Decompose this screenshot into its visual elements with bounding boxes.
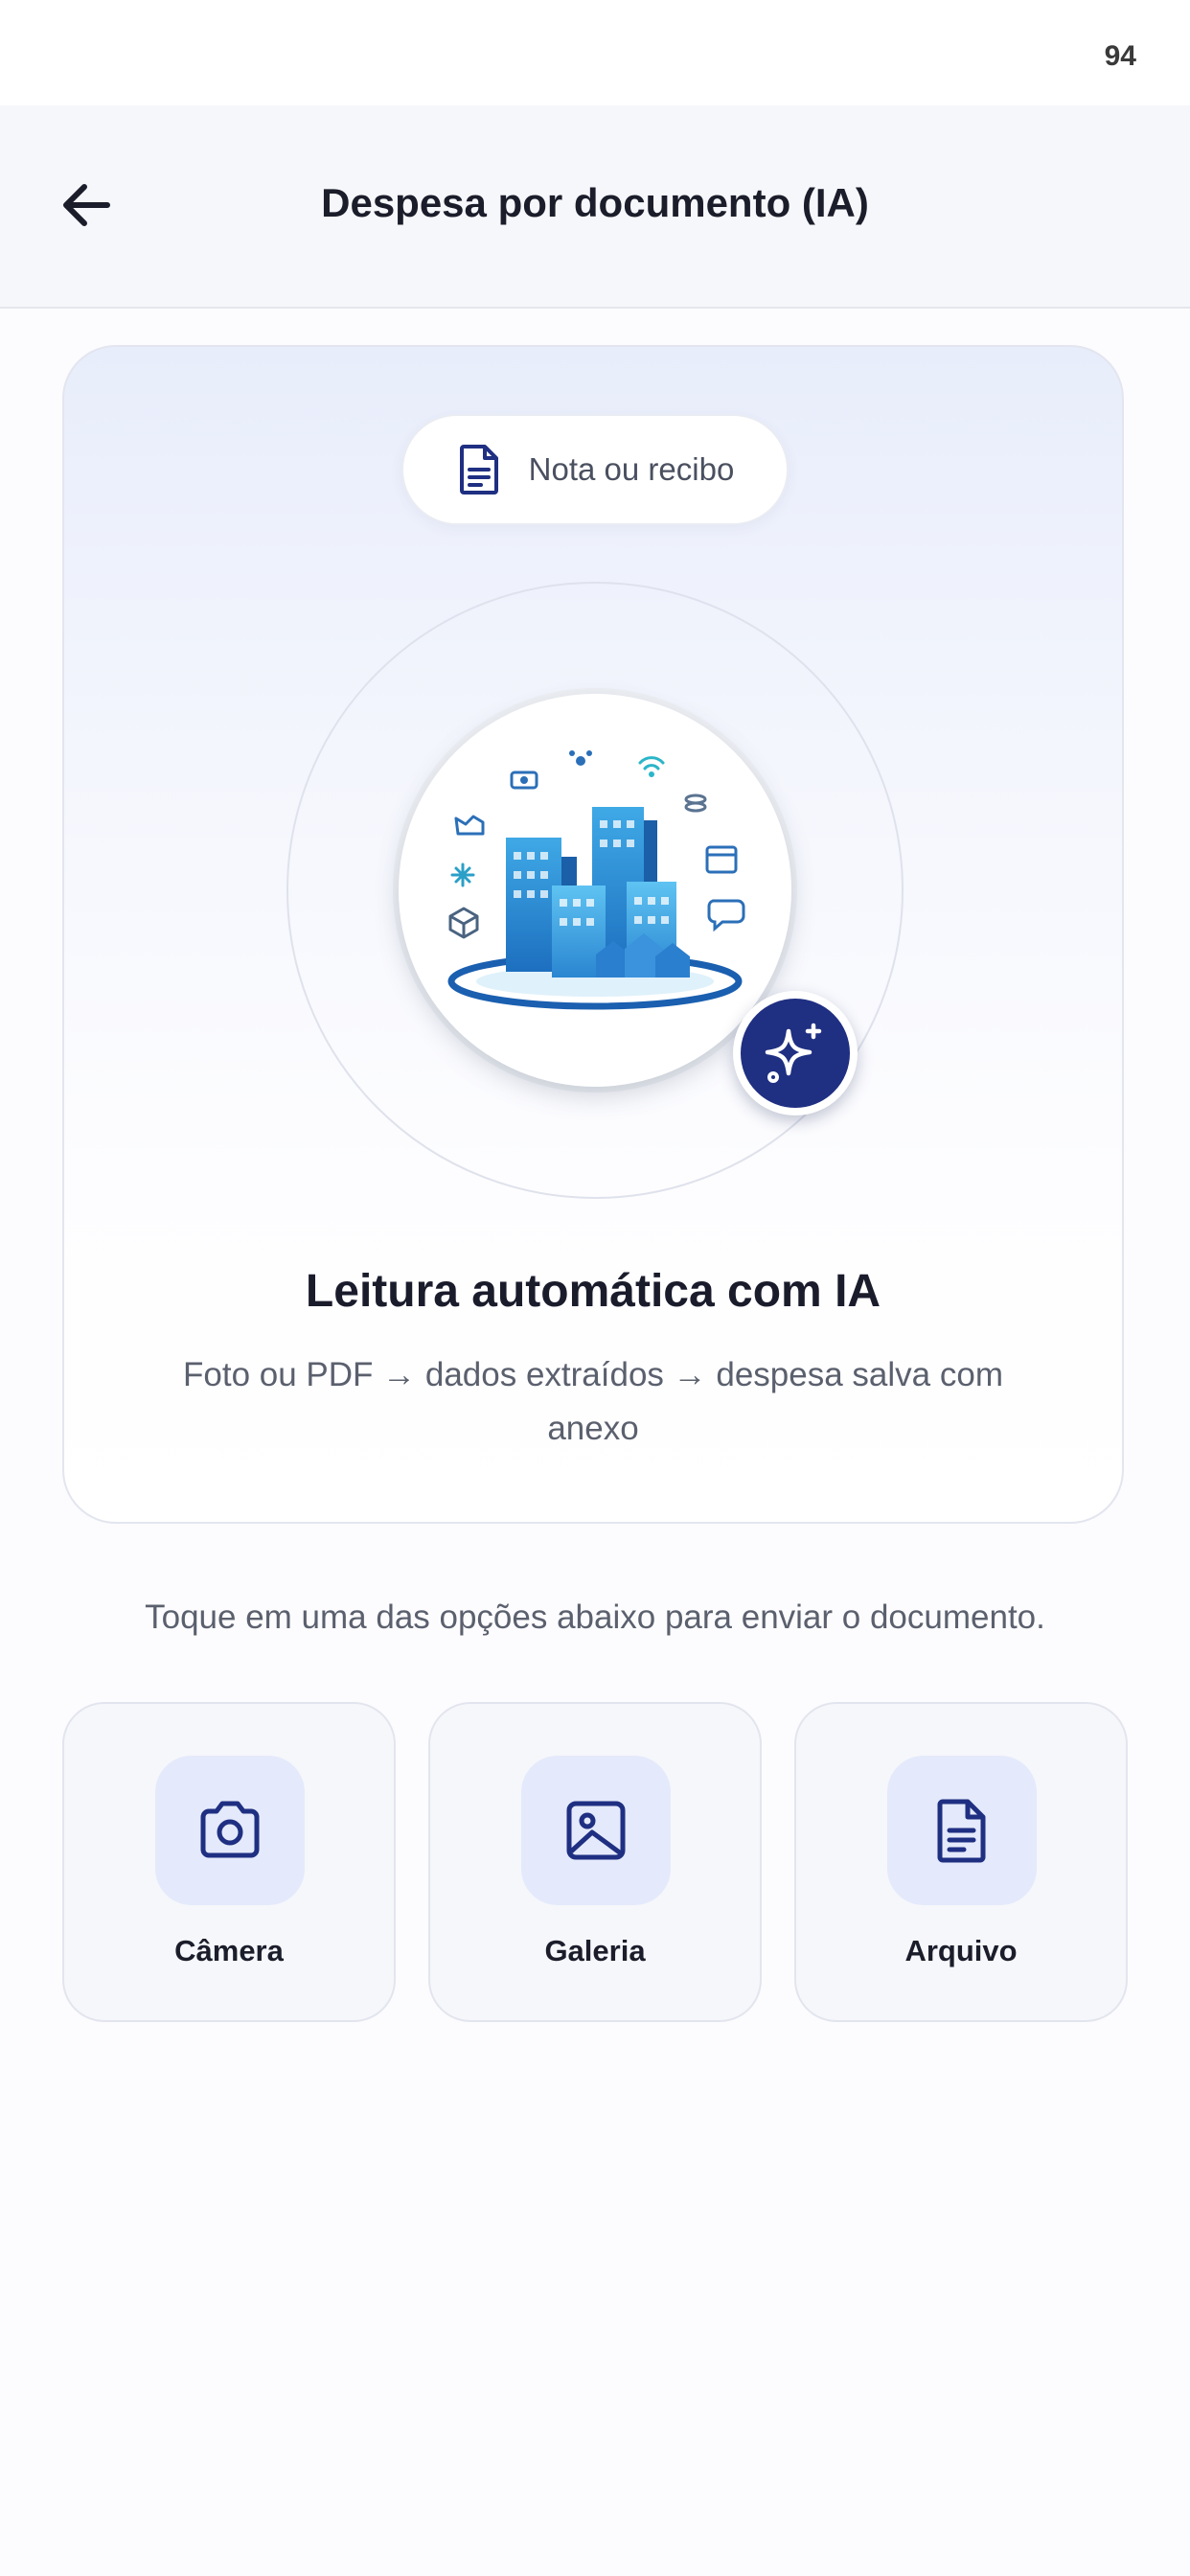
page-title: Despesa por documento (IA) xyxy=(321,180,869,225)
image-icon xyxy=(566,1801,626,1860)
status-bar: 94 xyxy=(0,0,1190,105)
upload-instruction: Toque em uma das opções abaixo para envi… xyxy=(145,1598,1045,1636)
document-type-pill: Nota ou recibo xyxy=(401,414,789,525)
camera-icon-wrap xyxy=(155,1756,305,1905)
file-label: Arquivo xyxy=(904,1934,1018,1967)
gallery-label: Galeria xyxy=(544,1934,646,1967)
app-header: Despesa por documento (IA) xyxy=(0,105,1190,309)
gallery-option[interactable]: Galeria xyxy=(428,1702,762,2022)
document-icon xyxy=(937,1799,986,1863)
camera-option[interactable]: Câmera xyxy=(62,1702,396,2022)
ai-reading-card: Nota ou recibo Leitura automática com IA… xyxy=(62,345,1124,1524)
file-option[interactable]: Arquivo xyxy=(794,1702,1128,2022)
sparkles-icon xyxy=(765,1023,822,1083)
ai-badge xyxy=(733,991,858,1116)
city-buildings-illustration xyxy=(399,694,791,1087)
camera-label: Câmera xyxy=(174,1934,284,1967)
pill-label: Nota ou recibo xyxy=(528,451,735,487)
hero-subtitle: Foto ou PDF → dados extraídos → despesa … xyxy=(183,1356,1003,1447)
receipt-icon xyxy=(459,445,498,494)
image-icon-wrap xyxy=(521,1756,671,1905)
document-icon-wrap xyxy=(887,1756,1037,1905)
camera-icon xyxy=(200,1801,260,1858)
hero-title: Leitura automática com IA xyxy=(305,1266,881,1317)
battery-level: 94 xyxy=(1104,40,1136,72)
